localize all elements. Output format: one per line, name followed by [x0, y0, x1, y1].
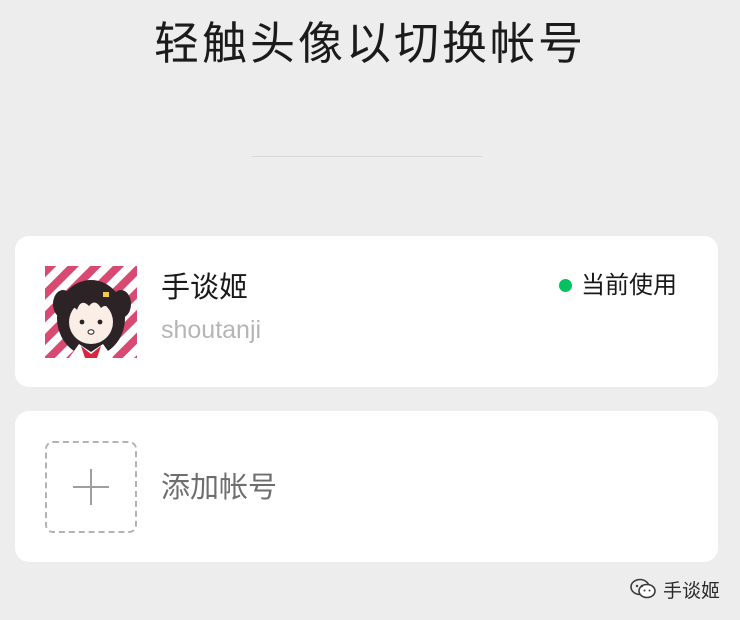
- account-name: 手谈姬: [161, 270, 249, 304]
- status-dot-icon: [559, 279, 572, 292]
- watermark: 手谈姬: [629, 574, 720, 604]
- page-title: 轻触头像以切换帐号: [153, 17, 586, 70]
- add-account-button[interactable]: [45, 441, 137, 533]
- anime-avatar-image: [45, 266, 137, 358]
- plus-icon-vertical: [90, 469, 92, 505]
- divider: [252, 156, 482, 157]
- status-badge: 当前使用: [581, 271, 677, 299]
- add-account-card[interactable]: 添加帐号: [15, 411, 718, 562]
- wechat-icon: [629, 577, 657, 601]
- account-id: shoutanji: [161, 316, 262, 344]
- watermark-text: 手谈姬: [662, 579, 720, 602]
- add-account-label: 添加帐号: [161, 470, 278, 504]
- account-card[interactable]: 手谈姬 shoutanji 当前使用: [15, 236, 718, 387]
- account-avatar[interactable]: [45, 266, 137, 358]
